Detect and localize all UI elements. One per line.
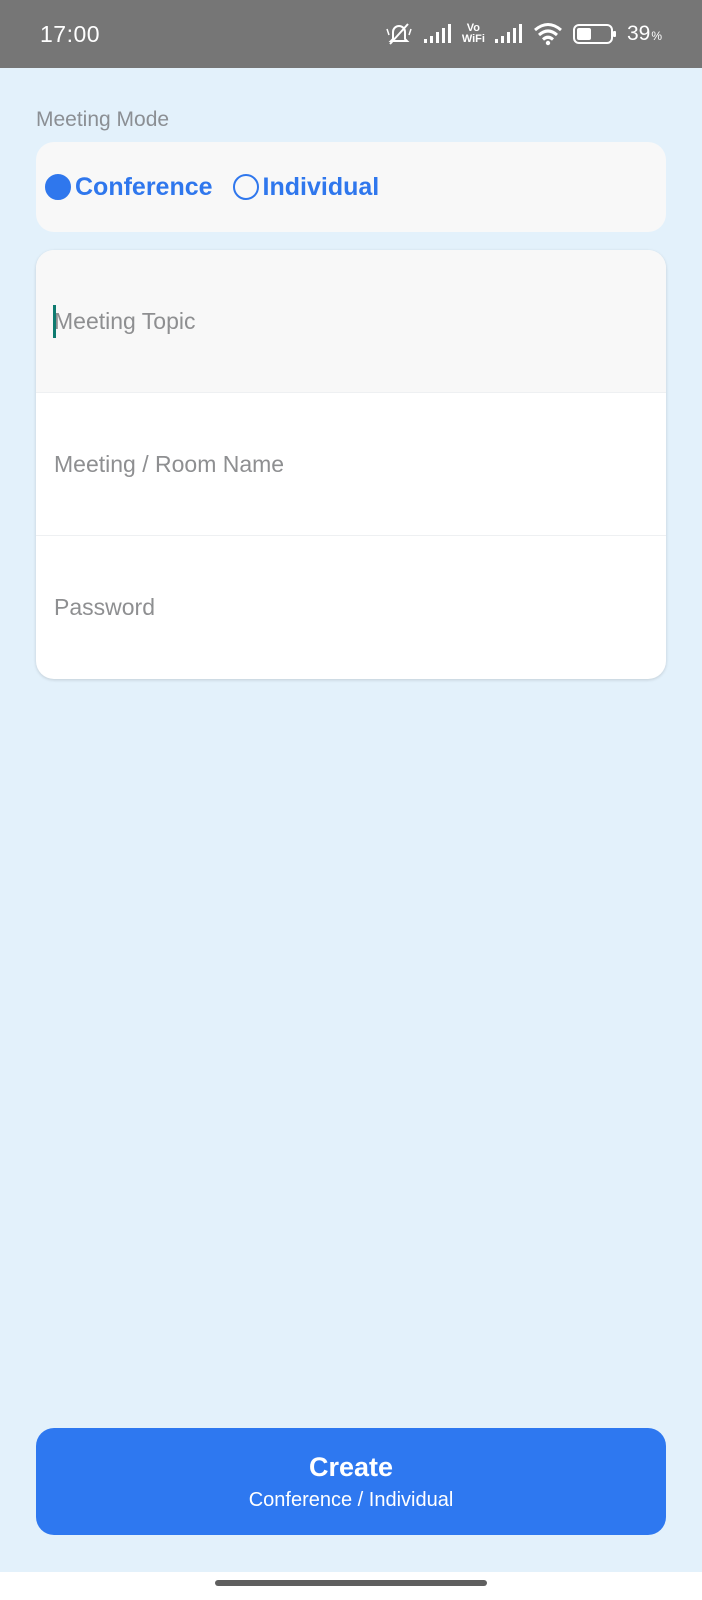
radio-checked-icon: [45, 174, 71, 200]
create-button-subtitle: Conference / Individual: [248, 1488, 454, 1511]
password-input[interactable]: [54, 587, 614, 628]
radio-individual[interactable]: Individual: [232, 172, 380, 202]
radio-individual-label: Individual: [262, 172, 380, 201]
meeting-topic-input[interactable]: [54, 301, 614, 341]
radio-conference[interactable]: Conference: [45, 173, 213, 202]
meeting-form: [36, 250, 666, 679]
meeting-mode-selector: Conference Individual: [36, 142, 666, 232]
battery-unit: %: [651, 29, 662, 43]
status-bar: 17:00 Vo WiFi 39 %: [0, 0, 702, 68]
signal-icon: [423, 24, 452, 44]
signal-icon: [494, 24, 523, 44]
password-row: [36, 536, 666, 679]
radio-unchecked-icon: [232, 174, 259, 200]
radio-conference-label: Conference: [75, 172, 213, 201]
battery-icon: [572, 23, 617, 45]
mute-bell-icon: [384, 21, 414, 47]
battery-percentage: 39%: [627, 22, 662, 46]
create-button[interactable]: Create Conference / Individual: [36, 1428, 666, 1535]
room-name-row: [36, 393, 666, 536]
navigation-bar: [0, 1572, 702, 1600]
home-indicator[interactable]: [215, 1580, 487, 1586]
meeting-mode-label: Meeting Mode: [36, 108, 170, 131]
vowifi-icon: Vo WiFi: [462, 23, 485, 45]
status-icons: Vo WiFi 39 %: [384, 21, 662, 47]
create-button-title: Create: [308, 1451, 394, 1482]
meeting-topic-row: [36, 250, 666, 393]
room-name-input[interactable]: [54, 444, 614, 484]
wifi-icon: [533, 22, 563, 46]
text-cursor: [53, 305, 56, 338]
vowifi-bottom-text: WiFi: [461, 33, 485, 45]
battery-value: 39: [626, 22, 651, 45]
status-time: 17:00: [40, 20, 101, 47]
